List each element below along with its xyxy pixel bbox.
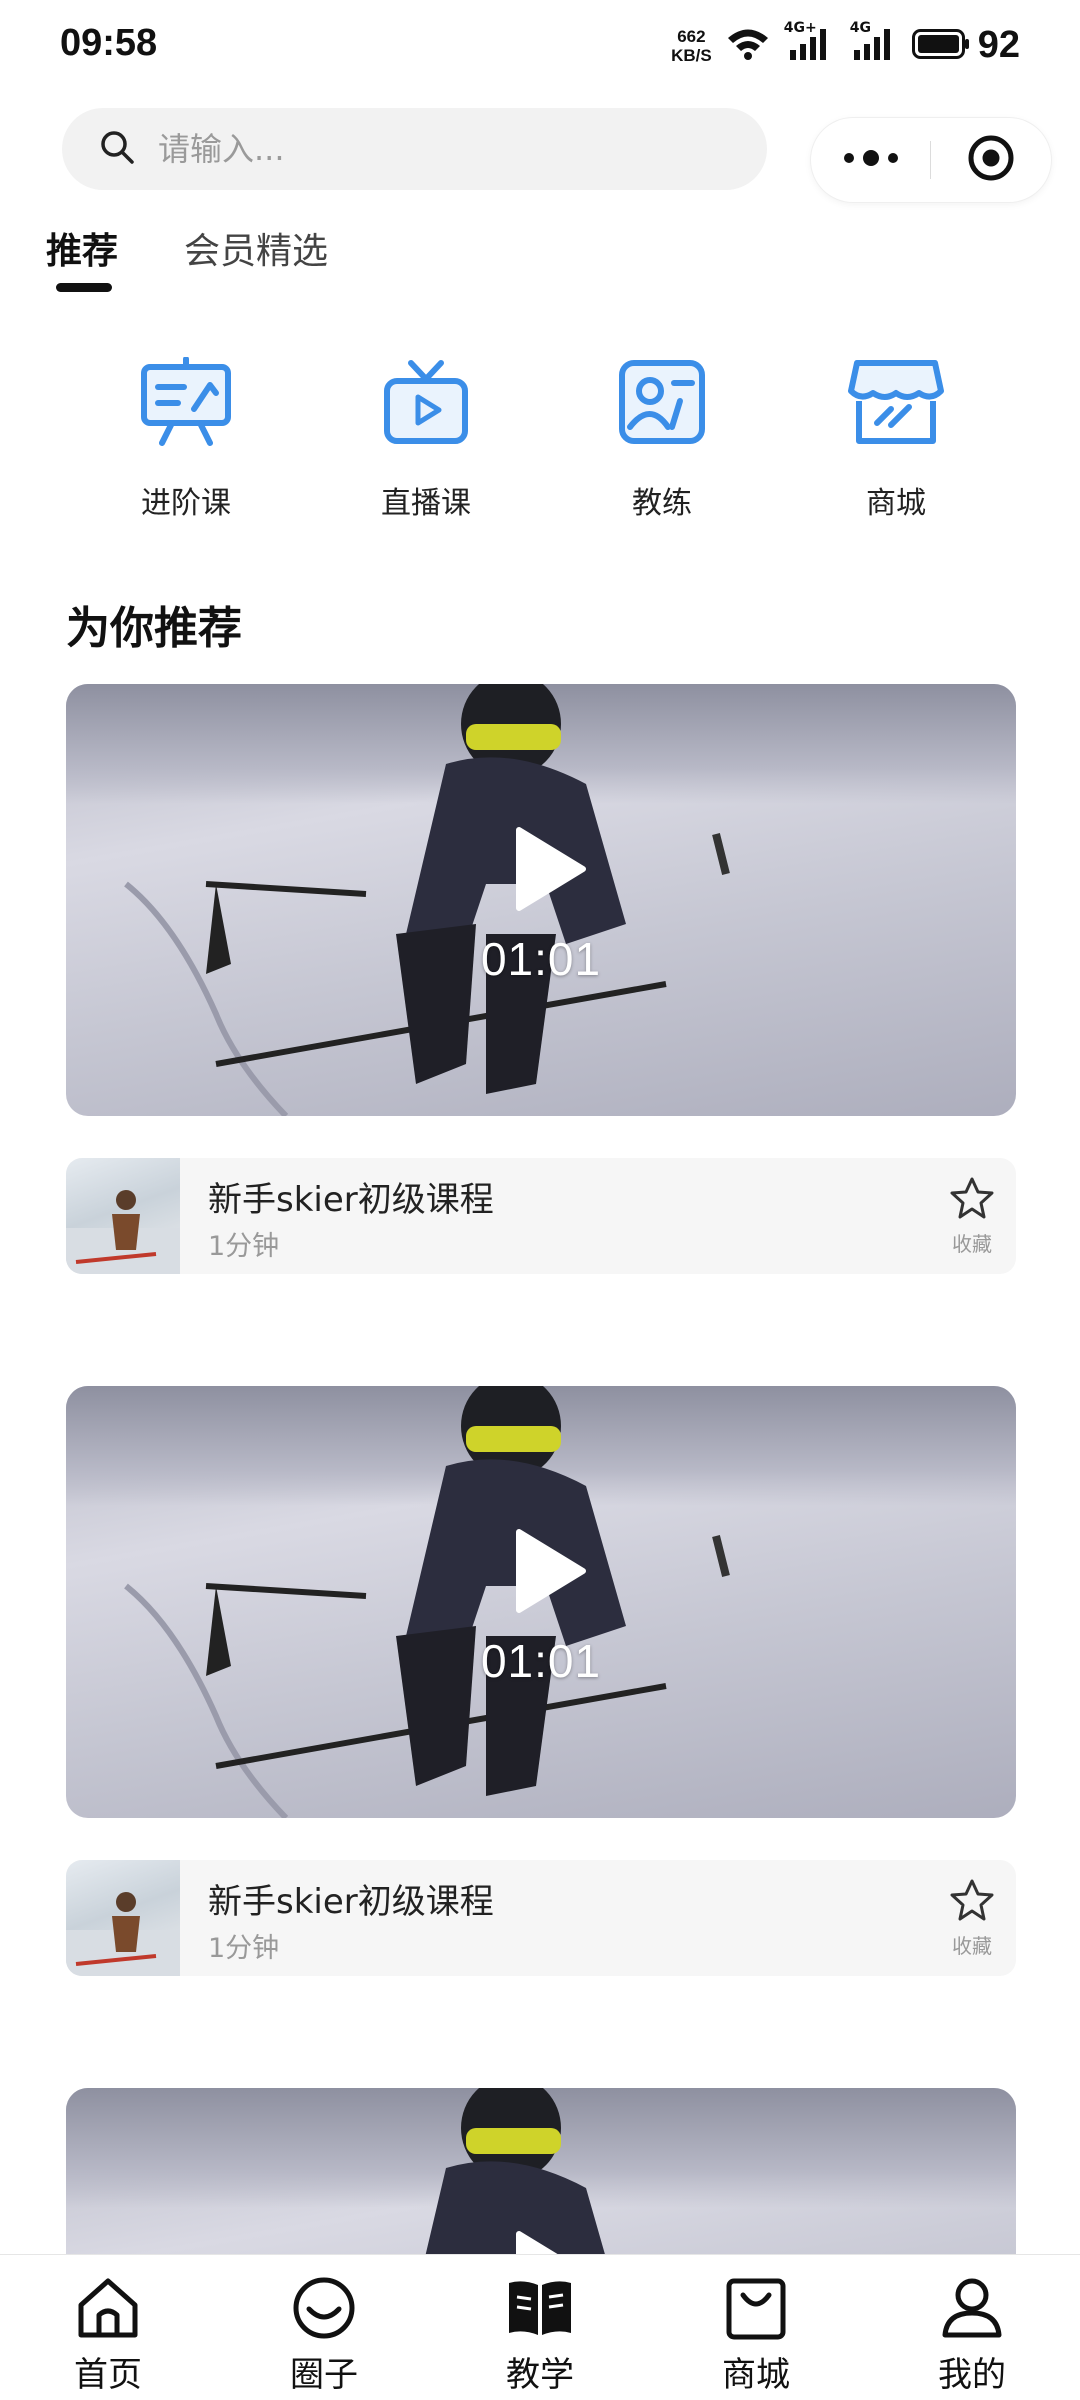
play-icon[interactable] bbox=[509, 824, 589, 914]
book-icon bbox=[505, 2273, 575, 2343]
nav-item-home[interactable]: 首页 bbox=[38, 2255, 178, 2396]
battery-level: 92 bbox=[977, 24, 1020, 66]
cell-signal-icon: 4G+ bbox=[784, 20, 834, 66]
home-icon bbox=[73, 2273, 143, 2343]
video-card: 01:01 新手skier初级课程 1分钟 收藏 bbox=[66, 1386, 1016, 1976]
video-info-bar[interactable]: 新手skier初级课程 1分钟 收藏 bbox=[66, 1158, 1016, 1274]
category-advanced-course[interactable]: 进阶课 bbox=[86, 352, 286, 522]
user-icon bbox=[937, 2273, 1007, 2343]
course-thumbnail bbox=[66, 1158, 180, 1274]
target-icon bbox=[967, 134, 1015, 186]
cell-signal-label: 4G bbox=[849, 19, 871, 36]
tv-icon bbox=[376, 352, 476, 452]
cell-signal-label: 4G+ bbox=[783, 19, 817, 36]
search-icon bbox=[98, 128, 136, 170]
bottom-nav: 首页 圈子 教学 商城 我的 bbox=[0, 2254, 1080, 2400]
section-title: 为你推荐 bbox=[66, 603, 242, 654]
video-info-bar[interactable]: 新手skier初级课程 1分钟 收藏 bbox=[66, 1860, 1016, 1976]
tab-recommend[interactable]: 推荐 bbox=[46, 222, 118, 292]
course-title: 新手skier初级课程 bbox=[208, 1180, 494, 1220]
tab-member-picks[interactable]: 会员精选 bbox=[184, 222, 328, 292]
nav-item-circle[interactable]: 圈子 bbox=[254, 2255, 394, 2396]
video-thumbnail[interactable]: 01:01 bbox=[66, 1386, 1016, 1818]
nav-item-store[interactable]: 商城 bbox=[686, 2255, 826, 2396]
favorite-button[interactable]: 收藏 bbox=[942, 1176, 1002, 1257]
category-label: 商城 bbox=[866, 486, 926, 521]
close-button[interactable] bbox=[931, 118, 1050, 202]
more-dots-icon bbox=[843, 150, 899, 170]
favorite-label: 收藏 bbox=[952, 1934, 992, 1958]
nav-label: 商城 bbox=[722, 2355, 790, 2395]
cell-signal-icon: 4G bbox=[848, 20, 898, 66]
chat-bubble-icon bbox=[289, 2273, 359, 2343]
battery: 92 bbox=[911, 24, 1020, 67]
battery-icon bbox=[911, 28, 970, 63]
category-coach[interactable]: 教练 bbox=[562, 352, 762, 522]
network-speed-unit: KB/S bbox=[671, 45, 712, 65]
course-title: 新手skier初级课程 bbox=[208, 1882, 494, 1922]
status-indicators: 662 KB/S 4G+ 4G 92 bbox=[671, 20, 1020, 67]
course-thumbnail bbox=[66, 1860, 180, 1976]
nav-item-teaching[interactable]: 教学 bbox=[470, 2255, 610, 2396]
video-thumbnail[interactable]: 01:01 bbox=[66, 684, 1016, 1116]
category-label: 教练 bbox=[632, 486, 692, 521]
store-icon bbox=[846, 352, 946, 452]
wifi-icon bbox=[726, 27, 770, 65]
search-input[interactable] bbox=[158, 130, 718, 168]
status-bar: 09:58 662 KB/S 4G+ 4G 92 bbox=[0, 0, 1080, 96]
network-speed: 662 KB/S bbox=[671, 27, 712, 65]
nav-label: 我的 bbox=[938, 2355, 1006, 2395]
video-card: 01:01 新手skier初级课程 1分钟 收藏 bbox=[66, 684, 1016, 1274]
video-duration: 01:01 bbox=[480, 1635, 602, 1687]
top-tabs: 推荐 会员精选 bbox=[46, 222, 328, 292]
category-live-course[interactable]: 直播课 bbox=[326, 352, 526, 522]
coach-card-icon bbox=[612, 352, 712, 452]
category-label: 进阶课 bbox=[141, 486, 231, 521]
course-length: 1分钟 bbox=[208, 1231, 280, 1262]
mini-program-capsule bbox=[811, 118, 1051, 202]
favorite-button[interactable]: 收藏 bbox=[942, 1878, 1002, 1959]
nav-label: 圈子 bbox=[290, 2355, 358, 2395]
category-label: 直播课 bbox=[381, 486, 471, 521]
category-store[interactable]: 商城 bbox=[796, 352, 996, 522]
nav-label: 教学 bbox=[506, 2355, 574, 2395]
nav-item-mine[interactable]: 我的 bbox=[902, 2255, 1042, 2396]
network-speed-value: 662 bbox=[677, 26, 706, 46]
search-bar[interactable] bbox=[62, 108, 767, 190]
status-time: 09:58 bbox=[60, 22, 158, 64]
shopping-bag-icon bbox=[721, 2273, 791, 2343]
video-duration: 01:01 bbox=[480, 933, 602, 985]
presentation-icon bbox=[136, 352, 236, 452]
nav-label: 首页 bbox=[74, 2355, 142, 2395]
course-length: 1分钟 bbox=[208, 1933, 280, 1964]
play-icon[interactable] bbox=[509, 1526, 589, 1616]
more-button[interactable] bbox=[811, 118, 930, 202]
favorite-label: 收藏 bbox=[952, 1232, 992, 1256]
star-icon bbox=[949, 1878, 995, 1926]
star-icon bbox=[949, 1176, 995, 1224]
